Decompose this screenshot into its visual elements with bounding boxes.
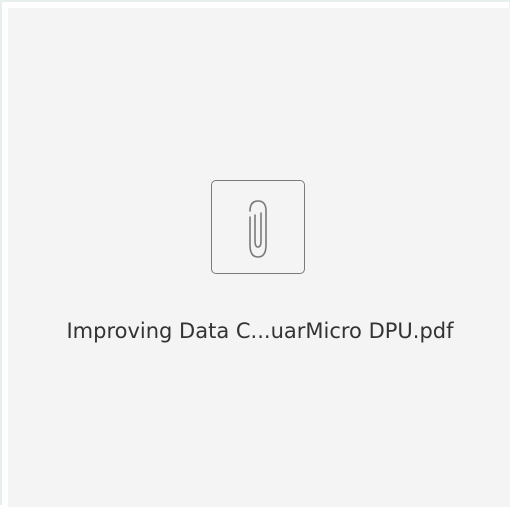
attachment-file-name: Improving Data C...uarMicro DPU.pdf [66, 319, 454, 343]
attachment-icon-box [211, 180, 305, 274]
attachment-panel: Improving Data C...uarMicro DPU.pdf [0, 0, 510, 507]
attachment-card[interactable]: Improving Data C...uarMicro DPU.pdf [8, 8, 510, 507]
paperclip-icon [249, 200, 267, 258]
